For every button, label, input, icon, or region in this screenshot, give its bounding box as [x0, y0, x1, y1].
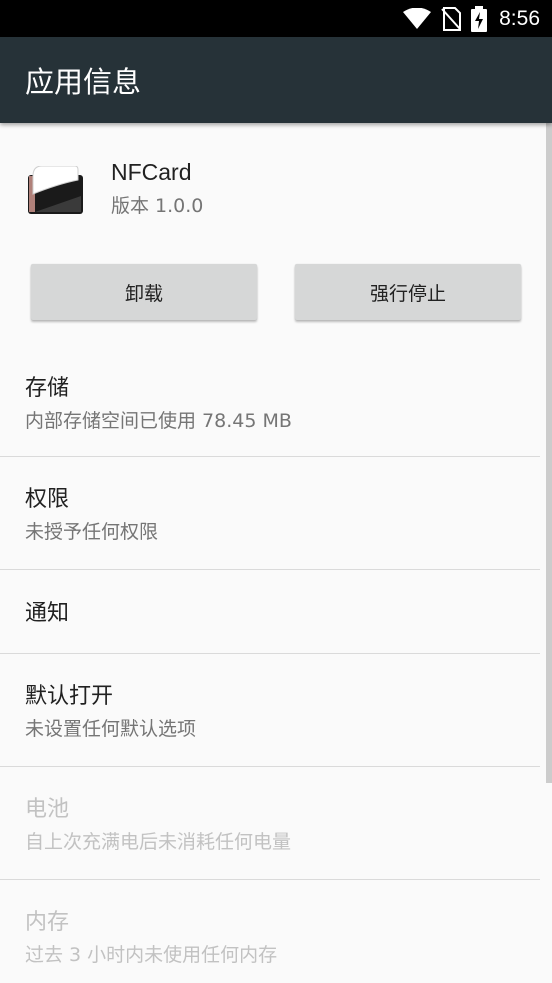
pref-summary: 未设置任何默认选项 — [25, 718, 197, 740]
pref-storage[interactable]: 存储 内部存储空间已使用 78.45 MB — [0, 348, 540, 456]
pref-notifications[interactable]: 通知 — [0, 570, 540, 653]
pref-title: 权限 — [25, 487, 70, 512]
pref-battery: 电池 自上次充满电后未消耗任何电量 — [0, 767, 540, 879]
force-stop-button[interactable]: 强行停止 — [295, 264, 521, 320]
uninstall-button[interactable]: 卸载 — [31, 264, 257, 320]
pref-title: 通知 — [25, 601, 70, 626]
app-header: NFCard 版本 1.0.0 — [0, 123, 540, 253]
pref-title: 电池 — [25, 797, 70, 822]
pref-permissions[interactable]: 权限 未授予任何权限 — [0, 457, 540, 569]
pref-title: 存储 — [25, 376, 70, 401]
app-version: 版本 1.0.0 — [111, 195, 204, 217]
wifi-icon — [403, 7, 432, 29]
page-title: 应用信息 — [25, 65, 142, 99]
app-bar: 应用信息 — [0, 37, 552, 123]
pref-title: 内存 — [25, 910, 70, 935]
status-time: 8:56 — [499, 6, 540, 30]
app-name: NFCard — [111, 159, 192, 185]
pref-summary: 未授予任何权限 — [25, 521, 159, 543]
pref-memory: 内存 过去 3 小时内未使用任何内存 — [0, 880, 540, 983]
battery-charging-icon — [471, 5, 488, 32]
status-icons: 8:56 — [403, 0, 540, 37]
pref-title: 默认打开 — [25, 684, 114, 709]
app-info-content[interactable]: NFCard 版本 1.0.0 卸载 强行停止 存储 内部存储空间已使用 78.… — [0, 123, 552, 983]
pref-summary: 内部存储空间已使用 78.45 MB — [25, 410, 292, 432]
no-sim-icon — [441, 6, 462, 31]
nfcard-app-icon — [28, 166, 83, 214]
pref-summary: 自上次充满电后未消耗任何电量 — [25, 831, 292, 853]
scrollbar[interactable] — [546, 123, 552, 783]
status-bar: 8:56 — [0, 0, 552, 37]
pref-open-by-default[interactable]: 默认打开 未设置任何默认选项 — [0, 654, 540, 766]
pref-summary: 过去 3 小时内未使用任何内存 — [25, 944, 278, 966]
